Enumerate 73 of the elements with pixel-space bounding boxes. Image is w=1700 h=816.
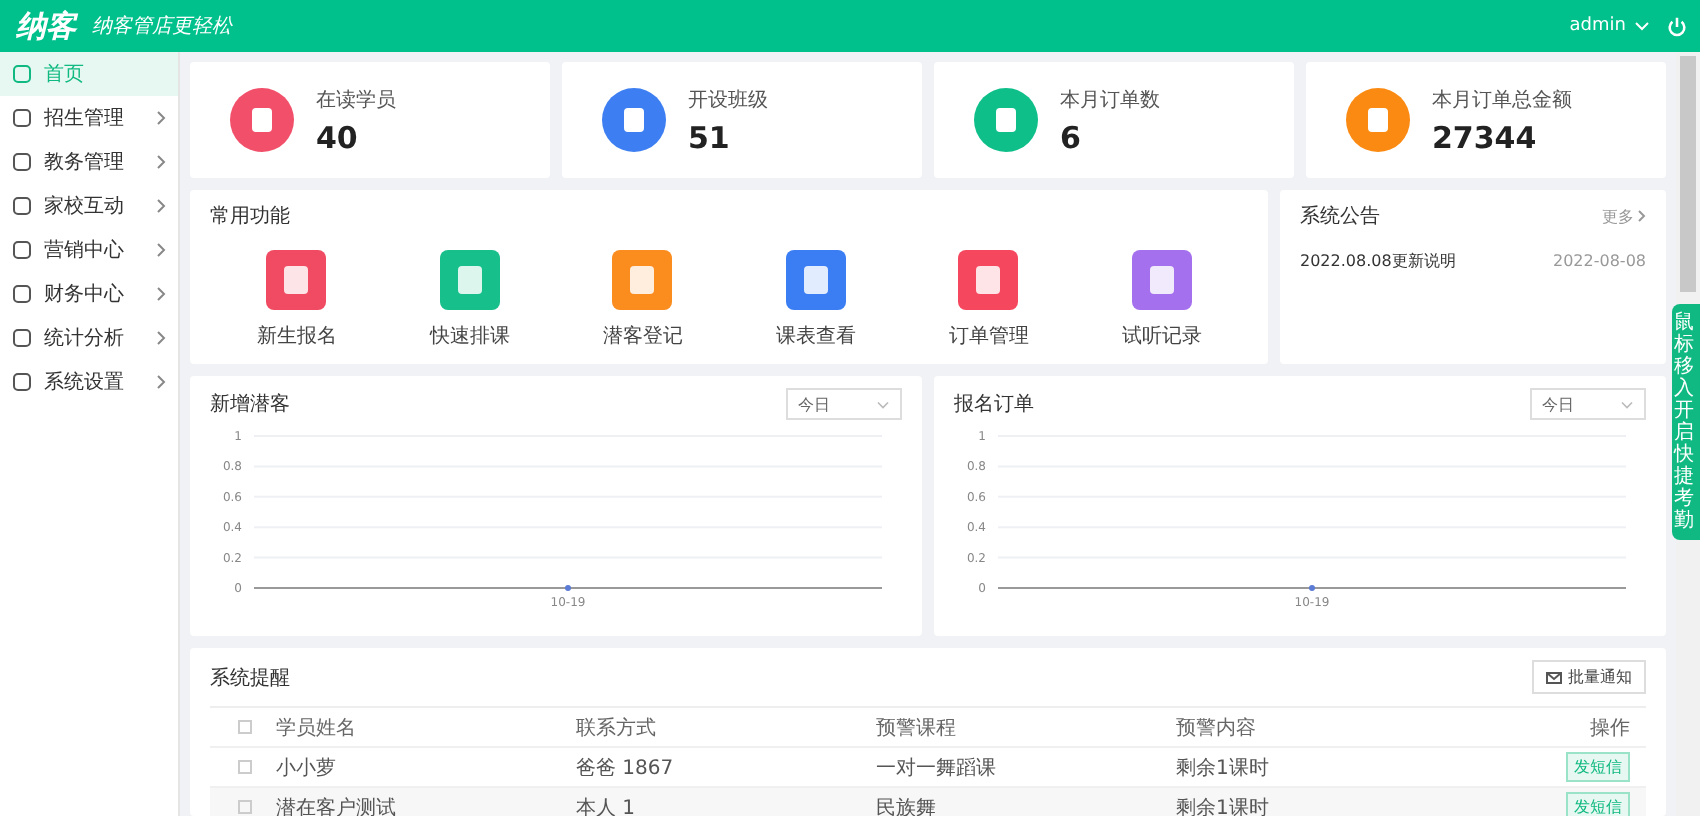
quick-function[interactable]: 课表查看 [775, 250, 856, 350]
table-cell-text: 一对一舞蹈课 [876, 755, 998, 781]
sidebar-item[interactable]: 财务中心 [0, 272, 178, 316]
chart-title: 新增潜客 [210, 391, 290, 418]
power-icon[interactable] [1666, 15, 1688, 37]
stat-value: 51 [688, 119, 732, 155]
checkbox[interactable] [238, 720, 252, 734]
menu-icon [12, 152, 32, 172]
chevron-icon [156, 154, 166, 170]
caret-icon [1620, 399, 1634, 409]
stat-label: 开设班级 [688, 87, 768, 113]
menu-icon [12, 196, 32, 216]
quick-function[interactable]: 试听记录 [1121, 250, 1202, 350]
panel-title: 系统提醒 [210, 665, 290, 691]
quick-function[interactable]: 新生报名 [256, 250, 337, 350]
table-cell-text: 民族舞 [876, 795, 938, 816]
menu-icon [12, 240, 32, 260]
notice-date: 2022-08-08 [1553, 252, 1646, 270]
table-cell-text: 小小萝 [276, 755, 338, 781]
stat-label: 本月订单总金额 [1432, 87, 1572, 113]
table-cell-text: 剩余1课时 [1176, 795, 1271, 816]
menu-icon [12, 64, 32, 84]
column-header: 预警课程 [876, 715, 958, 741]
chevron-icon [156, 242, 166, 258]
checkbox[interactable] [238, 760, 252, 774]
panel-title: 常用功能 [210, 203, 292, 230]
menu-icon [12, 372, 32, 392]
caret-icon [876, 399, 890, 409]
period-select[interactable]: 今日 [1530, 388, 1646, 420]
line-series [565, 585, 571, 591]
slogan: 纳客管店更轻松 [92, 13, 232, 40]
chart-title: 报名订单 [954, 391, 1034, 418]
checkbox[interactable] [238, 800, 252, 814]
table-cell-text: 爸爸 1867 [576, 755, 676, 781]
panel-title: 系统公告 [1300, 203, 1380, 230]
menu-icon [12, 284, 32, 304]
stat-label: 在读学员 [316, 87, 396, 113]
menu-icon [12, 108, 32, 128]
chevron-icon [156, 110, 166, 126]
chevron-icon [156, 374, 166, 390]
menu-icon [12, 328, 32, 348]
stat-label: 本月订单数 [1060, 87, 1160, 113]
chevron-icon [156, 330, 166, 346]
batch-notify-button[interactable]: 批量通知 [1532, 660, 1646, 694]
sidebar-item[interactable]: 营销中心 [0, 228, 178, 272]
column-header: 操作 [1588, 715, 1632, 741]
caret-icon[interactable] [1634, 20, 1650, 32]
period-select[interactable]: 今日 [786, 388, 902, 420]
sidebar-item[interactable]: 教务管理 [0, 140, 178, 184]
stat-value: 40 [316, 119, 360, 155]
table-cell-text: 潜在客户测试 [276, 795, 398, 816]
column-header: 学员姓名 [276, 715, 358, 741]
stat-value: 6 [1060, 119, 1083, 155]
logo: 纳客 [16, 7, 76, 45]
quick-function[interactable]: 订单管理 [948, 250, 1029, 350]
sidebar-item[interactable]: 系统设置 [0, 360, 178, 404]
quick-function[interactable]: 快速排课 [429, 250, 510, 350]
column-header: 预警内容 [1176, 715, 1258, 741]
mail-icon [1546, 671, 1562, 683]
chevron-icon [156, 198, 166, 214]
chevron-icon [1638, 210, 1646, 222]
notice-title[interactable]: 2022.08.08更新说明 [1300, 250, 1456, 272]
stat-value: 27344 [1432, 119, 1539, 155]
quick-function[interactable]: 潜客登记 [602, 250, 683, 350]
scrollbar-thumb[interactable] [1680, 56, 1696, 292]
sidebar-item[interactable]: 统计分析 [0, 316, 178, 360]
table-cell-text: 剩余1课时 [1176, 755, 1271, 781]
column-header: 联系方式 [576, 715, 658, 741]
sidebar-item[interactable]: 家校互动 [0, 184, 178, 228]
sidebar-item[interactable]: 招生管理 [0, 96, 178, 140]
chevron-icon [156, 286, 166, 302]
line-series [1309, 585, 1315, 591]
table-cell-text: 本人 1 [576, 795, 638, 816]
